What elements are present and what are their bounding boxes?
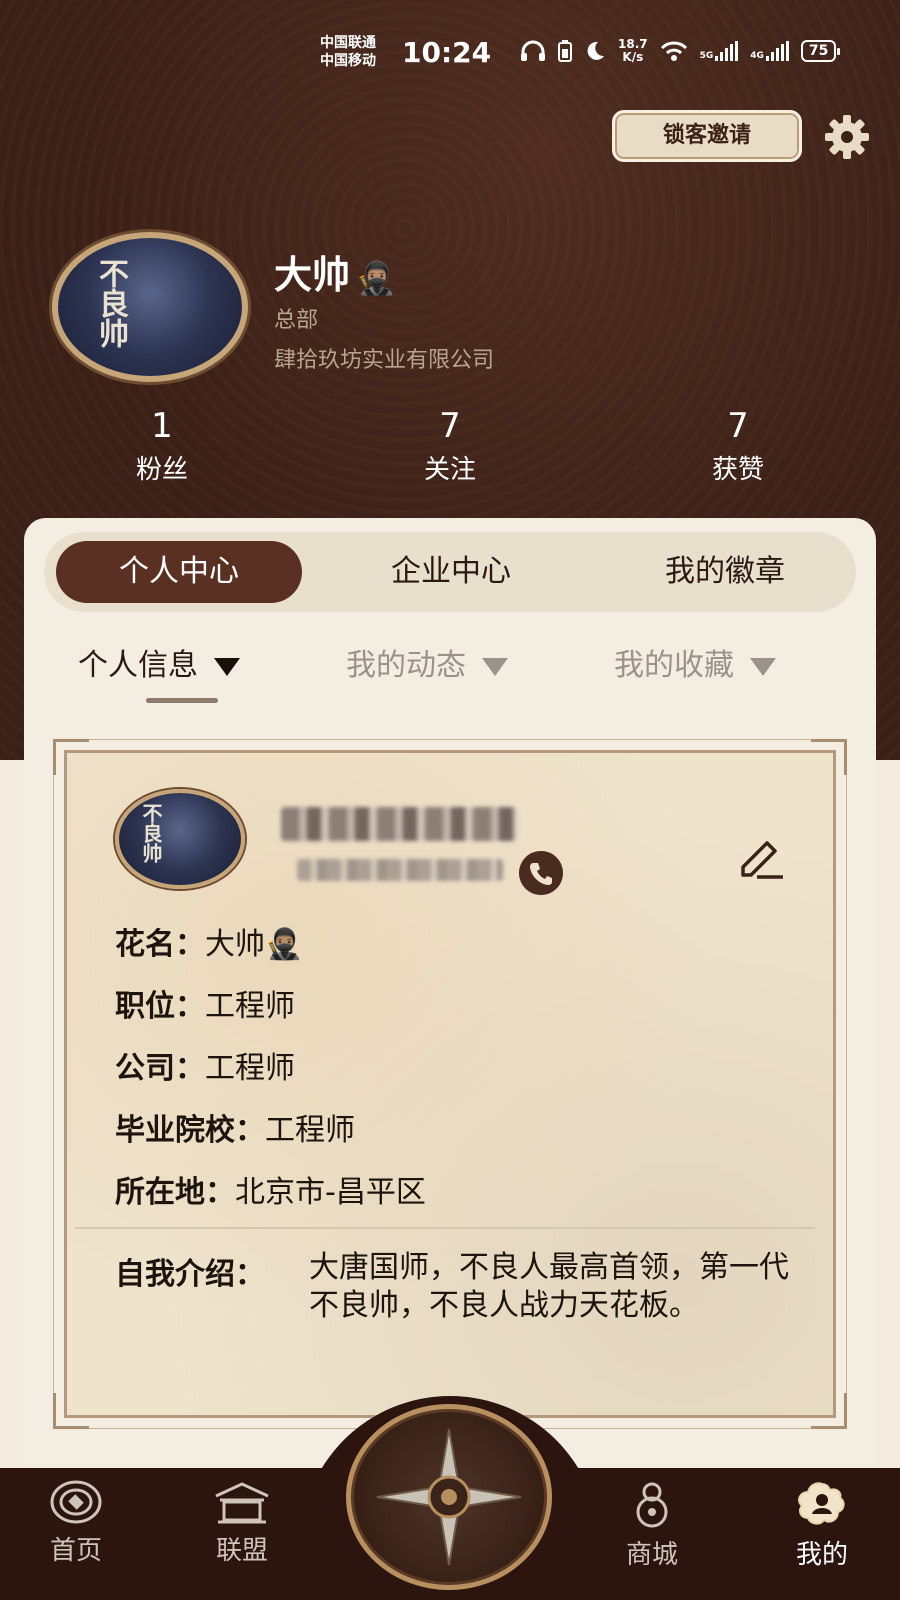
- gourd-icon: [636, 1482, 668, 1528]
- dropdown-triangle-icon: [750, 657, 776, 676]
- profile-department: 总部: [274, 308, 319, 333]
- subtab-my-favorites[interactable]: 我的收藏: [614, 640, 776, 684]
- avatar-text: 不良帅: [93, 258, 128, 348]
- stat-label: 获赞: [711, 455, 764, 485]
- info-key: 公司：: [115, 1051, 205, 1086]
- info-value: 工程师: [205, 989, 295, 1024]
- profile-company: 肆拾玖坊实业有限公司: [274, 348, 495, 373]
- intro-key: 自我介绍：: [115, 1257, 265, 1292]
- personal-info-panel: 不良帅 花名：大帅🥷🏽 职位：工程师 公司：工程师 毕业院校：工程师 所在地：北…: [53, 739, 847, 1429]
- intro-value: 大唐国师，不良人最高首领，第一代不良帅，不良人战力天花板。: [309, 1250, 789, 1323]
- coin-icon: [50, 1480, 102, 1524]
- nav-label: 我的: [795, 1540, 848, 1570]
- network-type-2: 4G: [750, 51, 764, 61]
- gear-icon[interactable]: [818, 112, 876, 162]
- sub-tabs: 个人信息 我的动态 我的收藏: [24, 640, 876, 720]
- signal-bars-1-icon: [715, 41, 739, 61]
- battery-indicator: 75: [800, 40, 841, 62]
- info-key: 花名：: [115, 927, 205, 962]
- tab-my-badges[interactable]: 我的徽章: [602, 541, 848, 603]
- carrier-names: 中国联通 中国移动: [320, 34, 376, 70]
- nav-alliance[interactable]: 联盟: [182, 1480, 302, 1567]
- net-speed-unit: K/s: [622, 50, 644, 64]
- nav-mine[interactable]: 我的: [762, 1480, 882, 1571]
- subtab-personal-info[interactable]: 个人信息: [78, 640, 240, 684]
- net-speed: 18.7 K/s: [618, 38, 648, 64]
- frame-corner: [811, 1393, 847, 1429]
- info-value: 工程师: [205, 1051, 295, 1086]
- info-avatar: 不良帅: [115, 789, 245, 889]
- nav-home[interactable]: 首页: [16, 1480, 136, 1567]
- subtab-label: 我的动态: [346, 648, 466, 683]
- stat-following[interactable]: 7 关注: [370, 406, 530, 488]
- avatar-text: 不良帅: [139, 803, 163, 863]
- nav-label: 联盟: [215, 1536, 268, 1566]
- wifi-icon: [660, 41, 687, 61]
- info-key: 所在地：: [115, 1175, 235, 1210]
- stat-label: 关注: [423, 455, 476, 485]
- active-subtab-indicator: [146, 698, 218, 703]
- battery-saver-icon: [558, 40, 572, 62]
- building-icon: [215, 1482, 269, 1524]
- network-type-1: 5G: [699, 51, 714, 61]
- lock-customer-invite-button[interactable]: 锁客邀请: [612, 110, 802, 162]
- tab-personal-center[interactable]: 个人中心: [56, 541, 302, 603]
- moon-icon: [587, 41, 604, 60]
- carrier-1: 中国联通: [320, 35, 376, 51]
- info-row-location: 所在地：北京市-昌平区: [115, 1167, 426, 1211]
- headphones-icon: [521, 40, 545, 61]
- profile-name: 大帅 🥷🏽: [274, 244, 396, 299]
- info-key: 职位：: [115, 989, 205, 1024]
- profile-card: 个人中心 企业中心 我的徽章 个人信息 我的动态 我的收藏 不良帅 花名：大帅🥷…: [24, 518, 876, 1498]
- compass-star-icon: [376, 1428, 522, 1566]
- blurred-name: [281, 807, 517, 841]
- carrier-2: 中国移动: [320, 53, 376, 69]
- center-compass-button[interactable]: [346, 1404, 552, 1590]
- info-row-company: 公司：工程师: [115, 1043, 295, 1087]
- stat-value: 7: [439, 406, 461, 446]
- blurred-phone: [297, 859, 503, 881]
- stat-label: 粉丝: [135, 455, 188, 485]
- phone-icon[interactable]: [519, 851, 563, 895]
- nav-mall[interactable]: 商城: [592, 1480, 712, 1571]
- status-icons: 18.7 K/s 5G 4G 75: [520, 38, 841, 64]
- nav-label: 商城: [625, 1540, 678, 1570]
- nav-label: 首页: [49, 1536, 102, 1566]
- dropdown-triangle-icon: [482, 657, 508, 676]
- signal-1: 5G: [700, 41, 739, 61]
- subtab-label: 我的收藏: [614, 648, 734, 683]
- ninja-emoji: 🥷🏽: [356, 258, 396, 297]
- info-value: 北京市-昌平区: [235, 1175, 426, 1210]
- segment-control: 个人中心 企业中心 我的徽章: [44, 532, 856, 612]
- tab-enterprise-center[interactable]: 企业中心: [328, 541, 574, 603]
- info-value: 大帅🥷🏽: [205, 927, 303, 962]
- stat-value: 7: [727, 406, 749, 446]
- info-row-position: 职位：工程师: [115, 981, 295, 1025]
- subtab-label: 个人信息: [78, 648, 198, 683]
- info-row-school: 毕业院校：工程师: [115, 1105, 355, 1149]
- status-time: 10:24: [402, 36, 492, 69]
- info-value: 工程师: [265, 1113, 355, 1148]
- profile-name-text: 大帅: [274, 253, 351, 297]
- status-bar: 中国联通 中国移动 10:24 18.7 K/s 5G 4G 75: [0, 30, 900, 80]
- flower-profile-icon: [798, 1482, 845, 1525]
- stat-fans[interactable]: 1 粉丝: [82, 406, 242, 488]
- subtab-my-posts[interactable]: 我的动态: [346, 640, 508, 684]
- dropdown-triangle-icon: [214, 657, 240, 676]
- stat-value: 1: [151, 406, 173, 446]
- avatar[interactable]: 不良帅: [52, 232, 248, 382]
- frame-corner: [53, 1393, 89, 1429]
- divider: [75, 1227, 815, 1229]
- stat-likes[interactable]: 7 获赞: [658, 406, 818, 488]
- edit-icon[interactable]: [737, 833, 787, 883]
- signal-bars-2-icon: [765, 41, 789, 61]
- info-key: 毕业院校：: [115, 1113, 265, 1148]
- frame-corner: [53, 739, 89, 775]
- signal-2: 4G: [750, 41, 789, 61]
- frame-corner: [811, 739, 847, 775]
- info-row-nickname: 花名：大帅🥷🏽: [115, 919, 302, 963]
